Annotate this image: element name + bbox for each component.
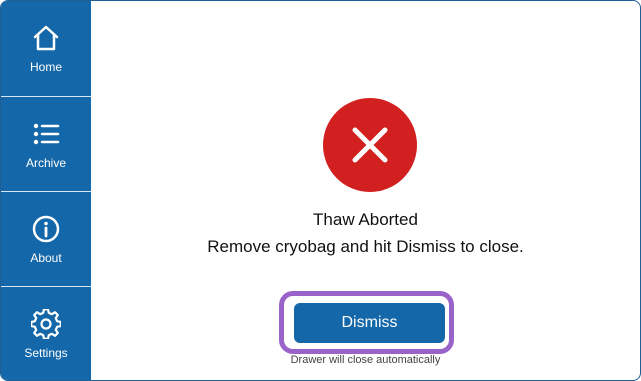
gear-icon [31, 308, 61, 339]
sidebar-item-label: Archive [25, 156, 66, 170]
sidebar: Home Archive About Settings [1, 1, 91, 380]
sidebar-item-label: About [30, 251, 62, 265]
sidebar-item-about[interactable]: About [1, 191, 91, 287]
dialog-title: Thaw Aborted [313, 210, 418, 229]
app-window: Home Archive About Settings Thaw Aborted… [0, 0, 641, 381]
error-badge [323, 98, 417, 192]
dismiss-button[interactable]: Dismiss [294, 303, 445, 343]
sidebar-item-settings[interactable]: Settings [1, 286, 91, 380]
list-icon [33, 123, 60, 145]
error-x-icon [352, 127, 388, 163]
home-icon [33, 25, 59, 51]
sidebar-item-home[interactable]: Home [1, 1, 91, 96]
sidebar-item-label: Home [29, 60, 62, 74]
dialog-message: Remove cryobag and hit Dismiss to close. [207, 237, 524, 256]
sidebar-item-archive[interactable]: Archive [1, 96, 91, 192]
sidebar-item-label: Settings [24, 345, 68, 360]
info-icon [32, 215, 60, 243]
auto-close-note: Drawer will close automatically [290, 354, 441, 366]
main-content: Thaw Aborted Remove cryobag and hit Dism… [91, 1, 640, 380]
